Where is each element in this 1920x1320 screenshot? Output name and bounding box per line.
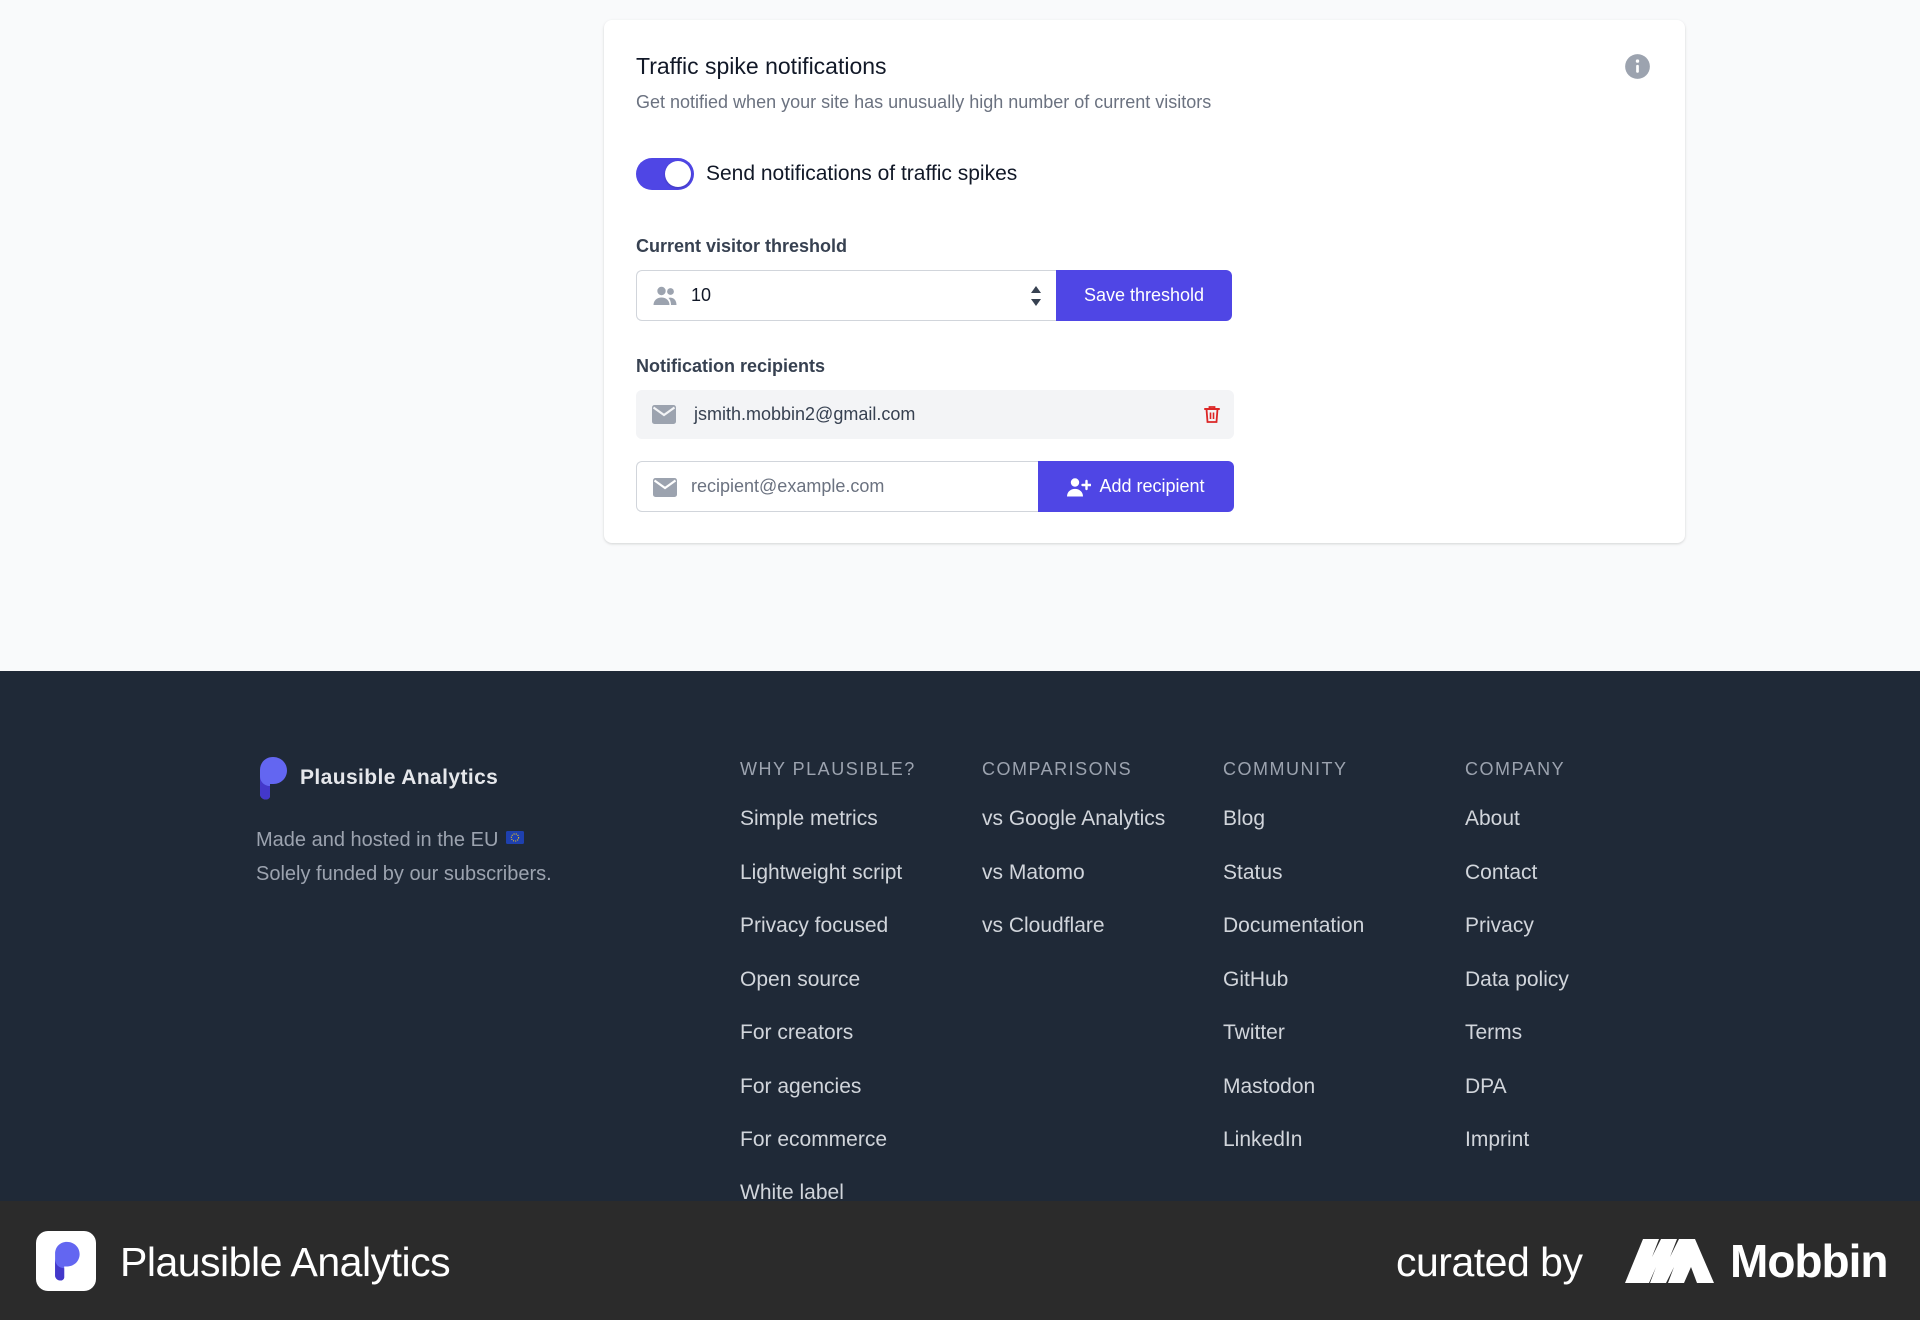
trash-icon[interactable] (1202, 404, 1222, 424)
footer-link[interactable]: GitHub (1223, 968, 1288, 992)
toggle-label: Send notifications of traffic spikes (706, 162, 1018, 185)
threshold-label: Current visitor threshold (636, 236, 848, 256)
footer-link[interactable]: vs Cloudflare (982, 914, 1105, 938)
eu-flag-icon (506, 831, 525, 844)
footer-link[interactable]: For agencies (740, 1075, 861, 1099)
footer-link[interactable]: Terms (1465, 1021, 1522, 1045)
save-threshold-button[interactable]: Save threshold (1056, 270, 1232, 321)
spike-notifications-toggle-row[interactable]: Send notifications of traffic spikes (636, 158, 1017, 190)
app-icon (36, 1231, 96, 1291)
threshold-input-box (636, 270, 1056, 321)
footer-link[interactable]: Twitter (1223, 1021, 1285, 1045)
user-plus-icon (1067, 477, 1092, 496)
recipient-email: jsmith.mobbin2@gmail.com (694, 404, 916, 424)
footer-link[interactable]: Status (1223, 861, 1283, 885)
footer-link[interactable]: White label (740, 1181, 844, 1201)
footer-tagline-1: Made and hosted in the EU (256, 829, 525, 852)
footer-link[interactable]: Imprint (1465, 1128, 1529, 1152)
recipient-email-input[interactable] (637, 462, 1038, 511)
footer-col-heading: COMPANY (1465, 759, 1566, 779)
footer-col-heading: WHY PLAUSIBLE? (740, 759, 916, 779)
footer-link[interactable]: Open source (740, 968, 860, 992)
footer-link[interactable]: For ecommerce (740, 1128, 887, 1152)
footer-link[interactable]: Documentation (1223, 914, 1364, 938)
footer-link[interactable]: Mastodon (1223, 1075, 1315, 1099)
footer-link[interactable]: DPA (1465, 1075, 1507, 1099)
footer-link[interactable]: vs Matomo (982, 861, 1085, 885)
footer-link[interactable]: For creators (740, 1021, 853, 1045)
footer-brand[interactable]: Plausible Analytics (256, 756, 498, 800)
recipients-label: Notification recipients (636, 356, 826, 376)
toggle-knob (665, 161, 691, 187)
footer-link[interactable]: Simple metrics (740, 807, 878, 831)
threshold-group: Save threshold (636, 270, 1232, 321)
envelope-icon (653, 478, 677, 497)
add-recipient-button[interactable]: Add recipient (1038, 461, 1234, 512)
bar-app-name: Plausible Analytics (120, 1239, 451, 1285)
curated-by-label: curated by (1396, 1239, 1583, 1285)
footer-link[interactable]: Privacy (1465, 914, 1534, 938)
add-recipient-label: Add recipient (1099, 476, 1205, 496)
add-recipient-group: Add recipient (636, 461, 1234, 512)
number-spinner-icon[interactable] (1030, 284, 1042, 308)
footer-link[interactable]: Blog (1223, 807, 1265, 831)
users-icon (653, 286, 677, 305)
footer-col-heading: COMMUNITY (1223, 759, 1348, 779)
tagline-text: Made and hosted in the EU (256, 829, 499, 851)
footer-link[interactable]: About (1465, 807, 1520, 831)
card-title: Traffic spike notifications (636, 53, 887, 79)
footer-link[interactable]: LinkedIn (1223, 1128, 1302, 1152)
site-footer: Plausible Analytics Made and hosted in t… (0, 671, 1920, 1201)
plausible-logo-icon (55, 1241, 80, 1281)
footer-link[interactable]: Contact (1465, 861, 1537, 885)
footer-link[interactable]: Data policy (1465, 968, 1569, 992)
footer-link[interactable]: Privacy focused (740, 914, 888, 938)
footer-link[interactable]: Lightweight script (740, 861, 902, 885)
mobbin-logo-icon (1625, 1239, 1714, 1283)
recipient-input-box (636, 461, 1038, 512)
mobbin-wordmark: Mobbin (1730, 1235, 1888, 1287)
footer-link[interactable]: vs Google Analytics (982, 807, 1165, 831)
envelope-icon (652, 405, 676, 424)
card-subtitle: Get notified when your site has unusuall… (636, 92, 1212, 112)
spike-notifications-toggle[interactable] (636, 158, 694, 190)
threshold-input[interactable] (637, 271, 1056, 320)
footer-tagline-2: Solely funded by our subscribers. (256, 863, 552, 885)
footer-brand-name: Plausible Analytics (300, 766, 499, 789)
footer-col-heading: COMPARISONS (982, 759, 1133, 779)
plausible-logo-icon (260, 757, 287, 800)
curation-bar: Plausible Analytics curated by Mobbin (0, 1201, 1920, 1320)
recipient-row: jsmith.mobbin2@gmail.com (636, 390, 1234, 439)
traffic-spike-card: Traffic spike notifications Get notified… (604, 20, 1685, 543)
info-icon[interactable] (1624, 53, 1651, 80)
